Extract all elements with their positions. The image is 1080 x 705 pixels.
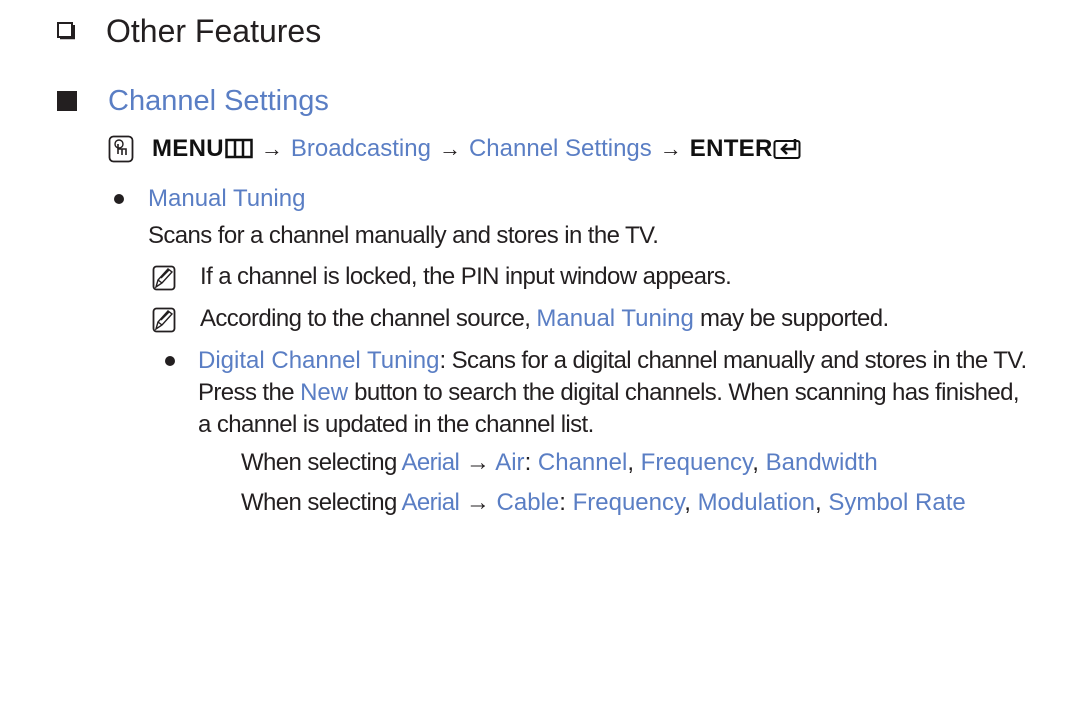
note-text: If a channel is locked, the PIN input wi… (200, 263, 732, 290)
section-title: Channel Settings (108, 85, 329, 117)
arrow: → (459, 489, 497, 516)
menu-step-broadcasting[interactable]: Broadcasting (291, 132, 431, 166)
filled-square-icon (57, 91, 77, 111)
condition-prefix: When selecting (241, 489, 402, 516)
cable-link[interactable]: Cable (497, 489, 560, 516)
arrow: → (438, 136, 461, 161)
sub-item: Digital Channel Tuning: Scans for a digi… (198, 345, 1028, 441)
arrow: → (260, 136, 283, 161)
item-description: Scans for a channel manually and stores … (148, 222, 659, 249)
menu-path: MENU → Broadcasting → Channel Settings →… (108, 132, 801, 166)
aerial-link[interactable]: Aerial (401, 489, 459, 516)
separator: , (814, 489, 829, 516)
menu-step-channel-settings[interactable]: Channel Settings (469, 132, 652, 166)
frequency-option[interactable]: Frequency (641, 449, 753, 476)
sub-item-title[interactable]: Digital Channel Tuning (198, 347, 440, 374)
note-pencil-icon (152, 265, 176, 291)
colon: : (524, 449, 538, 476)
modulation-option[interactable]: Modulation (698, 489, 815, 516)
condition-air: When selecting Aerial → Air: Channel, Fr… (241, 447, 878, 479)
enter-label: ENTER (689, 135, 773, 162)
menu-grid-icon (225, 138, 253, 159)
air-link[interactable]: Air (495, 449, 524, 476)
bullet-icon (165, 356, 175, 366)
separator: , (684, 489, 698, 516)
note-text-part: According to the channel source, (200, 305, 537, 332)
note-pencil-icon (152, 307, 176, 333)
bullet-icon (114, 194, 124, 204)
remote-hand-icon (108, 135, 134, 163)
condition-prefix: When selecting (241, 449, 402, 476)
note-text-part: may be supported. (693, 305, 889, 332)
arrow: → (459, 449, 496, 476)
channel-option[interactable]: Channel (538, 449, 627, 476)
manual-tuning-link[interactable]: Manual Tuning (536, 305, 693, 332)
hollow-square-icon (57, 22, 75, 40)
item-title: Manual Tuning (148, 185, 306, 212)
condition-cable: When selecting Aerial → Cable: Frequency… (241, 486, 1021, 519)
symbol-rate-option[interactable]: Symbol Rate (828, 489, 965, 516)
menu-label: MENU (152, 135, 224, 162)
separator: , (627, 449, 641, 476)
note-text: According to the channel source, Manual … (200, 303, 889, 335)
colon: : (559, 489, 573, 516)
arrow: → (659, 136, 682, 161)
page-title: Other Features (106, 13, 322, 49)
aerial-link[interactable]: Aerial (401, 449, 459, 476)
frequency-option[interactable]: Frequency (573, 489, 685, 516)
enter-return-icon (773, 139, 801, 159)
separator: , (752, 449, 766, 476)
new-button-ref[interactable]: New (300, 379, 348, 406)
bandwidth-option[interactable]: Bandwidth (766, 449, 878, 476)
